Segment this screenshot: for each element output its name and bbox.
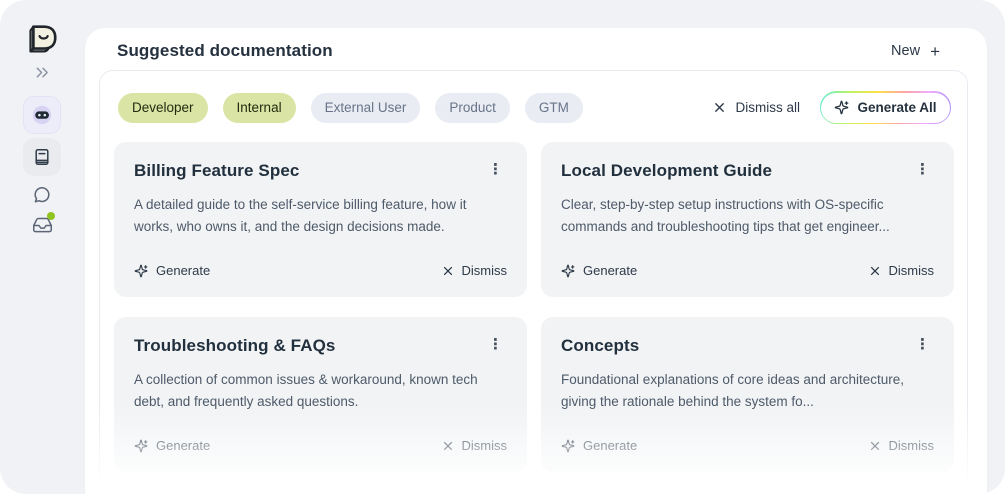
- card-dismiss-label: Dismiss: [889, 263, 935, 278]
- card-footer: Generate Dismiss: [134, 438, 507, 453]
- filter-chips: Developer Internal External User Product…: [118, 93, 583, 123]
- app-logo[interactable]: [22, 21, 60, 59]
- next-row-peek: [100, 488, 967, 494]
- card-title: Troubleshooting & FAQs: [134, 334, 335, 358]
- filter-chip-label: Internal: [237, 100, 282, 115]
- filter-chip-gtm[interactable]: GTM: [525, 93, 583, 123]
- assistant-mask-icon: [30, 103, 54, 127]
- card-generate-button[interactable]: Generate: [561, 438, 637, 453]
- sparkles-icon: [834, 100, 849, 115]
- close-icon: [869, 265, 881, 277]
- sparkles-icon: [561, 264, 575, 278]
- suggestions-panel: Developer Internal External User Product…: [99, 70, 968, 494]
- filters-toolbar: Developer Internal External User Product…: [100, 71, 967, 142]
- card-description: Foundational explanations of core ideas …: [561, 369, 934, 412]
- card-generate-label: Generate: [156, 438, 210, 453]
- suggestion-card: Billing Feature Spec ⋮ A detailed guide …: [114, 142, 527, 297]
- card-header: Concepts ⋮: [561, 334, 934, 358]
- card-dismiss-button[interactable]: Dismiss: [442, 438, 508, 453]
- dismiss-all-label: Dismiss all: [735, 100, 800, 115]
- card-dismiss-button[interactable]: Dismiss: [442, 263, 508, 278]
- card-menu-button[interactable]: ⋮: [484, 159, 507, 180]
- notification-badge: [47, 212, 55, 220]
- card-dismiss-label: Dismiss: [462, 438, 508, 453]
- card-description: A collection of common issues & workarou…: [134, 369, 507, 412]
- peeking-card: [541, 488, 954, 494]
- new-button[interactable]: New +: [891, 43, 940, 60]
- generate-all-gradient-border: Generate All: [820, 91, 951, 124]
- panel-header: Suggested documentation New +: [85, 28, 987, 70]
- card-footer: Generate Dismiss: [134, 263, 507, 278]
- filter-chip-label: External User: [325, 100, 407, 115]
- card-generate-label: Generate: [156, 263, 210, 278]
- sidebar-item-inbox[interactable]: [23, 206, 61, 244]
- sidebar: [0, 0, 85, 494]
- card-dismiss-label: Dismiss: [462, 263, 508, 278]
- card-dismiss-button[interactable]: Dismiss: [869, 438, 935, 453]
- card-header: Troubleshooting & FAQs ⋮: [134, 334, 507, 358]
- suggestion-cards-grid: Billing Feature Spec ⋮ A detailed guide …: [100, 142, 967, 472]
- screenshot-stage: Suggested documentation New + Developer …: [0, 0, 1005, 494]
- card-footer: Generate Dismiss: [561, 263, 934, 278]
- filter-chip-product[interactable]: Product: [435, 93, 510, 123]
- page-title: Suggested documentation: [117, 41, 333, 61]
- card-header: Local Development Guide ⋮: [561, 159, 934, 183]
- filter-chip-external-user[interactable]: External User: [311, 93, 421, 123]
- card-menu-button[interactable]: ⋮: [911, 334, 934, 355]
- card-description: Clear, step-by-step setup instructions w…: [561, 194, 934, 237]
- plus-icon: +: [930, 43, 940, 60]
- chat-bubble-icon: [32, 185, 52, 205]
- book-icon: [32, 147, 52, 167]
- filter-chip-developer[interactable]: Developer: [118, 93, 208, 123]
- filter-chip-internal[interactable]: Internal: [223, 93, 296, 123]
- card-generate-button[interactable]: Generate: [561, 263, 637, 278]
- card-footer: Generate Dismiss: [561, 438, 934, 453]
- card-generate-button[interactable]: Generate: [134, 263, 210, 278]
- card-header: Billing Feature Spec ⋮: [134, 159, 507, 183]
- card-description: A detailed guide to the self-service bil…: [134, 194, 507, 237]
- peeking-card: [114, 488, 527, 494]
- sidebar-item-documents[interactable]: [23, 138, 61, 176]
- sparkles-icon: [134, 439, 148, 453]
- suggestion-card: Troubleshooting & FAQs ⋮ A collection of…: [114, 317, 527, 472]
- card-generate-button[interactable]: Generate: [134, 438, 210, 453]
- suggestion-card: Concepts ⋮ Foundational explanations of …: [541, 317, 954, 472]
- filter-chip-label: Product: [449, 100, 496, 115]
- new-button-label: New: [891, 43, 920, 59]
- card-title: Local Development Guide: [561, 159, 772, 183]
- sidebar-item-assistant[interactable]: [23, 96, 61, 134]
- toolbar-actions: Dismiss all Generate All: [713, 91, 951, 124]
- app-window: Suggested documentation New + Developer …: [0, 0, 1005, 494]
- card-menu-button[interactable]: ⋮: [911, 159, 934, 180]
- card-menu-button[interactable]: ⋮: [484, 334, 507, 355]
- suggestion-card: Local Development Guide ⋮ Clear, step-by…: [541, 142, 954, 297]
- dismiss-all-button[interactable]: Dismiss all: [713, 100, 800, 115]
- close-icon: [442, 440, 454, 452]
- card-title: Billing Feature Spec: [134, 159, 299, 183]
- card-title: Concepts: [561, 334, 639, 358]
- double-chevron-right-icon: [35, 66, 50, 79]
- book-mascot-logo-icon: [22, 21, 60, 59]
- card-dismiss-label: Dismiss: [889, 438, 935, 453]
- main-panel: Suggested documentation New + Developer …: [85, 28, 987, 494]
- card-generate-label: Generate: [583, 263, 637, 278]
- close-icon: [442, 265, 454, 277]
- card-dismiss-button[interactable]: Dismiss: [869, 263, 935, 278]
- close-icon: [869, 440, 881, 452]
- filter-chip-label: Developer: [132, 100, 194, 115]
- sparkles-icon: [134, 264, 148, 278]
- sidebar-expand-button[interactable]: [0, 62, 85, 82]
- generate-all-label: Generate All: [857, 100, 936, 115]
- close-icon: [713, 101, 726, 114]
- filter-chip-label: GTM: [539, 100, 569, 115]
- card-generate-label: Generate: [583, 438, 637, 453]
- sparkles-icon: [561, 439, 575, 453]
- generate-all-button[interactable]: Generate All: [821, 93, 949, 123]
